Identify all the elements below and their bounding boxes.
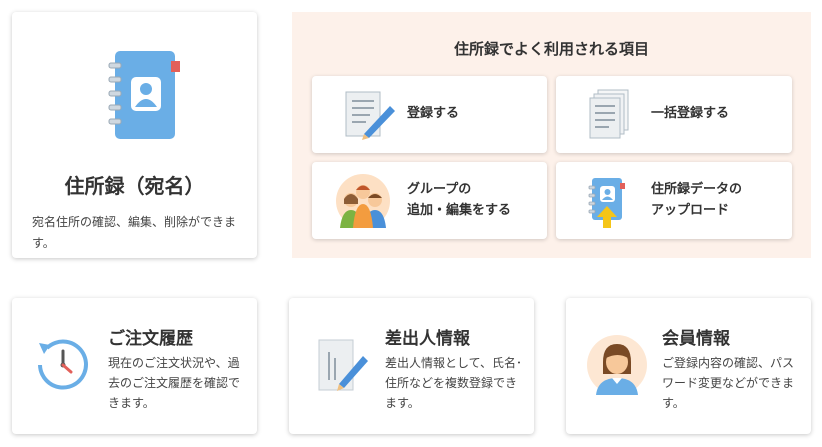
address-book-upload-icon xyxy=(584,174,640,234)
order-history-title: ご注文履歴 xyxy=(108,329,193,349)
frequent-items-title: 住所録でよく利用される項目 xyxy=(453,40,649,58)
order-history-card[interactable]: ご注文履歴 現在のご注文状況や、過去のご注文履歴を確認できます。 xyxy=(12,298,257,434)
frequent-items-panel: 住所録でよく利用される項目 登録する 一括登録する グループの 追加・編集をする… xyxy=(292,12,811,258)
sender-info-title: 差出人情報 xyxy=(385,329,470,349)
group-edit-button[interactable]: グループの 追加・編集をする xyxy=(312,162,547,239)
member-info-title: 会員情報 xyxy=(662,329,730,349)
address-book-description: 宛名住所の確認、編集、削除ができます。 xyxy=(32,215,237,250)
sender-info-card[interactable]: 差出人情報 差出人情報として、氏名･住所などを複数登録できます。 xyxy=(289,298,534,434)
group-edit-label: グループの 追加・編集をする xyxy=(407,182,512,218)
form-pen-icon xyxy=(340,88,396,146)
order-history-description: 現在のご注文状況や、過去のご注文履歴を確認できます。 xyxy=(108,356,241,410)
bulk-register-label: 一括登録する xyxy=(651,106,730,121)
member-info-description: ご登録内容の確認、パスワード変更などができます。 xyxy=(662,356,795,410)
group-people-icon xyxy=(334,172,392,234)
bulk-register-button[interactable]: 一括登録する xyxy=(556,76,792,153)
address-book-card[interactable]: 住所録（宛名） 宛名住所の確認、編集、削除ができます。 xyxy=(12,12,257,258)
member-avatar-icon xyxy=(586,334,648,400)
stacked-documents-icon xyxy=(584,88,640,146)
address-book-icon xyxy=(107,47,182,151)
history-clock-icon xyxy=(30,332,96,402)
register-button[interactable]: 登録する xyxy=(312,76,547,153)
address-upload-label: 住所録データの アップロード xyxy=(651,182,743,218)
address-upload-button[interactable]: 住所録データの アップロード xyxy=(556,162,792,239)
member-info-card[interactable]: 会員情報 ご登録内容の確認、パスワード変更などができます。 xyxy=(566,298,811,434)
sender-pen-icon xyxy=(313,334,373,400)
address-book-title: 住所録（宛名） xyxy=(64,174,205,198)
sender-info-description: 差出人情報として、氏名･住所などを複数登録できます。 xyxy=(385,356,523,410)
register-label: 登録する xyxy=(407,106,460,121)
